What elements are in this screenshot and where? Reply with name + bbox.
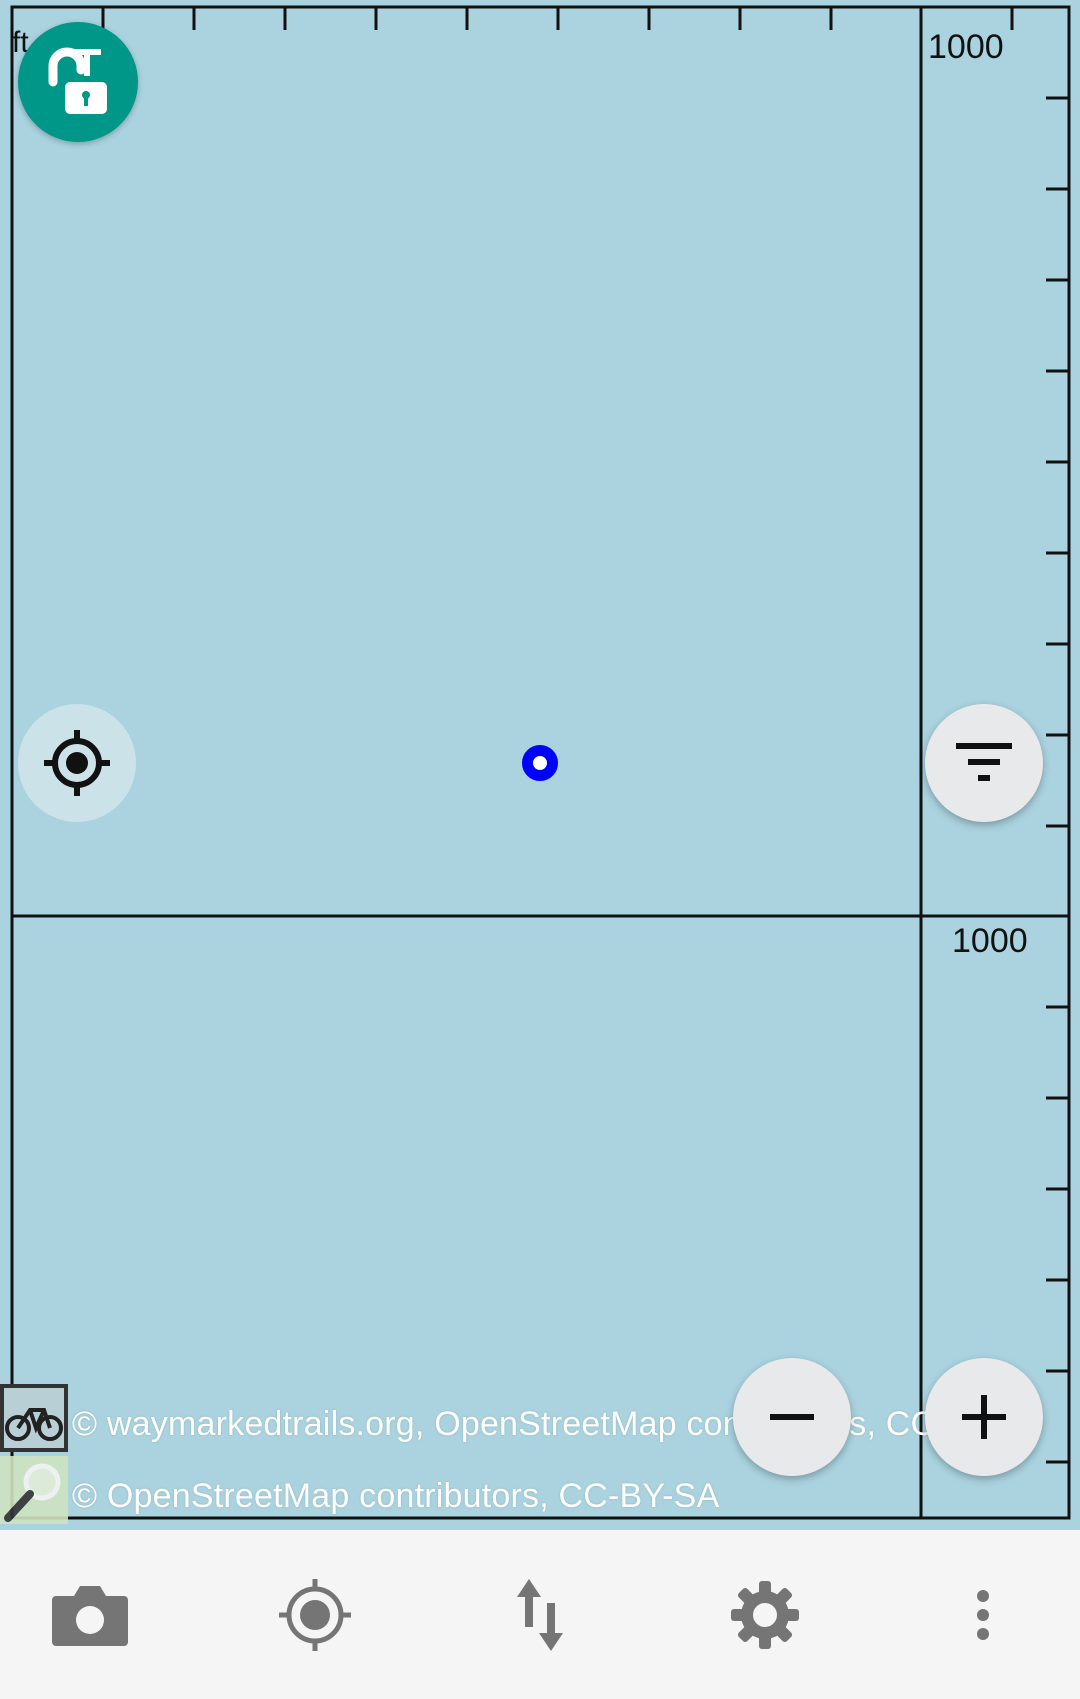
transfer-icon xyxy=(517,1579,563,1651)
osm-layer-icon[interactable] xyxy=(0,1456,68,1524)
current-location-marker xyxy=(522,745,558,781)
scale-label-bottom: 1000 xyxy=(952,922,1028,960)
camera-button[interactable] xyxy=(20,1550,160,1680)
settings-button[interactable] xyxy=(695,1550,835,1680)
lock-toggle-button[interactable] xyxy=(18,22,138,142)
plus-icon xyxy=(962,1395,1006,1439)
attribution-openstreetmap: © OpenStreetMap contributors, CC-BY-SA xyxy=(72,1477,720,1515)
filter-button[interactable] xyxy=(925,704,1043,822)
center-location-button[interactable] xyxy=(18,704,136,822)
camera-icon xyxy=(52,1586,128,1646)
zoom-out-button[interactable] xyxy=(733,1358,851,1476)
zoom-in-button[interactable] xyxy=(925,1358,1043,1476)
minus-icon xyxy=(770,1414,814,1420)
scale-label-top: 1000 xyxy=(928,28,1004,66)
map-view[interactable]: ft 1000 1000 © waymarkedtrails.org, Open… xyxy=(0,0,1080,1530)
gps-button[interactable] xyxy=(245,1550,385,1680)
attribution-waymarkedtrails: © waymarkedtrails.org, OpenStreetMap con… xyxy=(72,1405,1041,1443)
filter-icon xyxy=(956,743,1012,781)
transfer-button[interactable] xyxy=(470,1550,610,1680)
gps-icon xyxy=(279,1579,351,1651)
bottom-toolbar xyxy=(0,1530,1080,1699)
cycling-layer-icon[interactable] xyxy=(0,1384,68,1452)
crosshair-icon xyxy=(44,730,110,796)
lock-open-t-icon xyxy=(48,47,107,114)
more-vert-icon xyxy=(977,1590,989,1640)
more-options-button[interactable] xyxy=(913,1550,1053,1680)
settings-icon xyxy=(731,1581,799,1649)
